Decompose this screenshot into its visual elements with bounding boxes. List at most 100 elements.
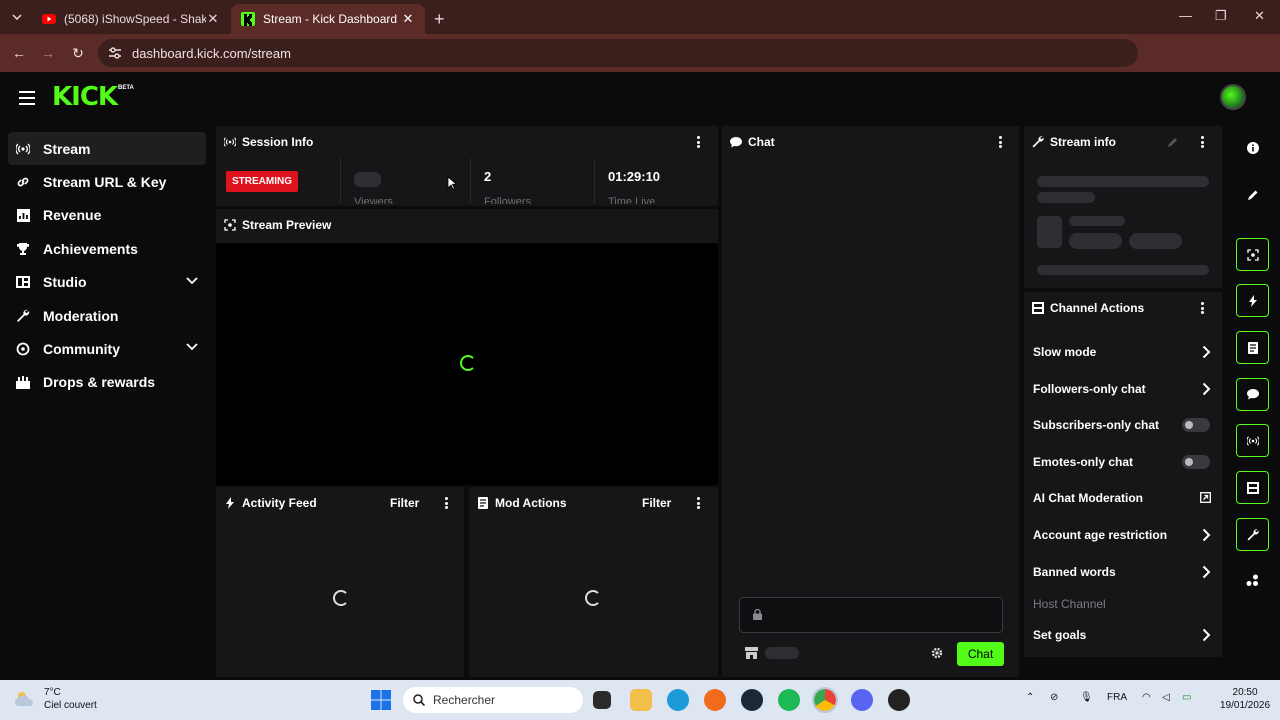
sidebar-item-label: Revenue: [43, 207, 102, 224]
sidebar-item-achievements[interactable]: Achievements: [8, 232, 206, 265]
mod-actions-menu-icon[interactable]: [696, 497, 700, 509]
reload-icon[interactable]: ↻: [70, 45, 86, 61]
send-chat-button[interactable]: Chat: [957, 642, 1004, 666]
mod-actions-toggle[interactable]: [1236, 331, 1269, 364]
mod-actions-filter-button[interactable]: Filter: [642, 496, 671, 510]
windows-start-icon[interactable]: [371, 690, 391, 710]
integrations-button[interactable]: [1236, 564, 1269, 597]
sidebar-item-drops-rewards[interactable]: Drops & rewards: [8, 366, 206, 399]
set-goals-row[interactable]: Set goals: [1033, 625, 1219, 645]
obs-icon[interactable]: [888, 689, 910, 711]
steam-icon[interactable]: [741, 689, 763, 711]
chart-icon: [16, 208, 30, 222]
close-window-icon[interactable]: ✕: [1254, 8, 1265, 24]
title-loading-placeholder: [1037, 192, 1095, 203]
url-text: dashboard.kick.com/stream: [132, 45, 291, 61]
spotify-icon[interactable]: [778, 689, 800, 711]
chat-menu-icon[interactable]: [998, 136, 1002, 148]
apps-icon: [1246, 574, 1258, 586]
hamburger-menu-icon[interactable]: [19, 91, 35, 105]
cloudy-weather-icon: [15, 692, 33, 706]
taskbar-search-input[interactable]: Rechercher: [403, 687, 583, 713]
site-settings-icon[interactable]: [108, 46, 122, 60]
edge-icon[interactable]: [667, 689, 689, 711]
wrench-icon: [1032, 136, 1044, 148]
loading-spinner: [585, 590, 601, 606]
sidebar-item-stream-url-key[interactable]: Stream URL & Key: [8, 165, 206, 198]
slow-mode-row[interactable]: Slow mode: [1033, 342, 1219, 362]
network-off-icon[interactable]: ⊘: [1050, 692, 1058, 703]
gear-icon[interactable]: [931, 647, 943, 659]
channel-actions-toggle[interactable]: [1236, 471, 1269, 504]
tray-overflow-icon[interactable]: ⌃: [1026, 692, 1034, 703]
file-explorer-icon[interactable]: [630, 689, 652, 711]
tab-title: (5068) iShowSpeed - Shake (Of: [64, 12, 206, 26]
stream-preview-toggle[interactable]: [1236, 238, 1269, 271]
studio-icon: [16, 275, 30, 289]
store-icon[interactable]: [745, 647, 758, 659]
ai-chat-moderation-row[interactable]: AI Chat Moderation: [1033, 488, 1219, 508]
session-info-toggle[interactable]: [1236, 424, 1269, 457]
chrome-icon[interactable]: [812, 687, 838, 713]
user-avatar[interactable]: [1220, 84, 1246, 110]
weather-widget[interactable]: 7°C Ciel couvert: [14, 686, 97, 712]
discord-icon[interactable]: [851, 689, 873, 711]
battery-icon[interactable]: ▭: [1182, 692, 1191, 703]
edit-layout-button[interactable]: [1236, 178, 1269, 211]
browser-tab-kick[interactable]: Stream - Kick Dashboard ✕: [231, 4, 425, 34]
activity-feed-toggle[interactable]: [1236, 284, 1269, 317]
stream-info-menu-icon[interactable]: [1200, 136, 1204, 148]
chat-message-input[interactable]: [739, 597, 1003, 633]
sidebar-item-revenue[interactable]: Revenue: [8, 199, 206, 232]
subscribers-only-toggle[interactable]: [1182, 418, 1210, 432]
session-menu-icon[interactable]: [696, 136, 700, 148]
kick-header: [0, 72, 1280, 124]
system-clock[interactable]: 20:50 19/01/2026: [1220, 686, 1270, 712]
stream-preview-player[interactable]: [216, 243, 718, 485]
action-label: AI Chat Moderation: [1033, 491, 1143, 505]
sidebar-item-label: Community: [43, 341, 120, 358]
account-age-restriction-row[interactable]: Account age restriction: [1033, 525, 1219, 545]
wifi-icon[interactable]: ◠: [1142, 692, 1151, 703]
tab-search-button[interactable]: [0, 0, 34, 34]
close-tab-icon[interactable]: ✕: [206, 11, 220, 27]
language-indicator[interactable]: FRA: [1107, 692, 1127, 703]
panel-title: Mod Actions: [495, 496, 567, 510]
maximize-icon[interactable]: ❐: [1215, 8, 1227, 24]
chat-header: Chat: [722, 126, 1019, 158]
browser-tab-youtube[interactable]: (5068) iShowSpeed - Shake (Of ✕: [32, 4, 230, 34]
new-tab-button[interactable]: +: [434, 9, 445, 30]
mod-actions-header: Mod Actions: [469, 487, 718, 519]
time-live-value: 01:29:10: [608, 169, 661, 184]
task-view-icon[interactable]: [593, 691, 611, 709]
back-arrow-icon[interactable]: ←: [11, 45, 27, 61]
channel-actions-panel: Channel Actions Slow mode Followers-only…: [1024, 292, 1222, 657]
activity-filter-button[interactable]: Filter: [390, 496, 419, 510]
firefox-icon[interactable]: [704, 689, 726, 711]
activity-feed-panel: Activity Feed Filter: [216, 487, 464, 677]
sidebar-nav: Stream Stream URL & Key Revenue Achievem…: [8, 132, 206, 399]
minimize-icon[interactable]: —: [1179, 8, 1192, 23]
followers-only-chat-row[interactable]: Followers-only chat: [1033, 379, 1219, 399]
banned-words-row[interactable]: Banned words: [1033, 562, 1219, 582]
close-tab-icon[interactable]: ✕: [401, 11, 415, 27]
stream-info-toggle[interactable]: [1236, 518, 1269, 551]
emotes-only-toggle[interactable]: [1182, 455, 1210, 469]
sidebar-item-studio[interactable]: Studio: [8, 266, 206, 299]
sidebar-item-label: Moderation: [43, 307, 119, 324]
action-label: Host Channel: [1033, 597, 1106, 611]
sidebar-item-stream[interactable]: Stream: [8, 132, 206, 166]
chat-toggle[interactable]: [1236, 378, 1269, 411]
kick-logo[interactable]: KICK: [52, 84, 118, 110]
forward-arrow-icon[interactable]: →: [40, 45, 56, 61]
url-input[interactable]: dashboard.kick.com/stream: [98, 39, 1138, 67]
activity-menu-icon[interactable]: [444, 497, 448, 509]
volume-icon[interactable]: ◁: [1162, 692, 1170, 703]
channel-actions-menu-icon[interactable]: [1200, 302, 1204, 314]
info-button[interactable]: [1236, 131, 1269, 164]
sidebar-item-community[interactable]: Community: [8, 332, 206, 365]
sidebar-item-moderation[interactable]: Moderation: [8, 299, 206, 332]
microphone-icon[interactable]: 🎙: [1080, 692, 1093, 703]
community-icon: [16, 342, 30, 356]
pencil-icon[interactable]: [1167, 137, 1178, 148]
